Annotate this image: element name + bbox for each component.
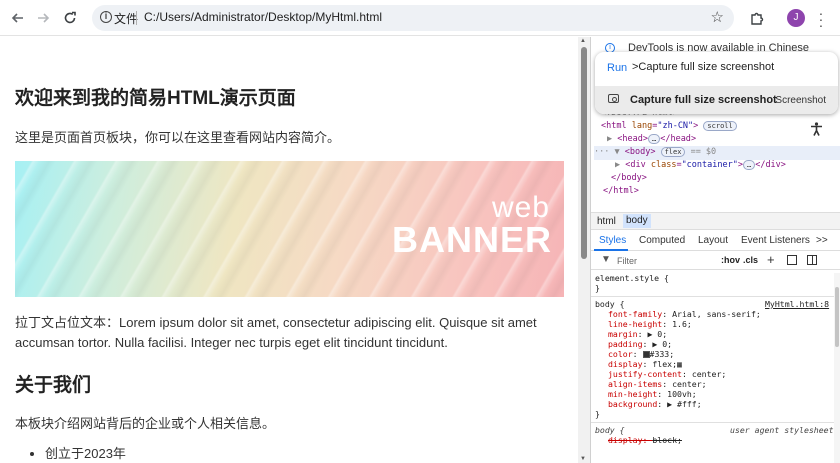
list-item: 创立于2023年	[45, 443, 126, 462]
styles-toolbar: ▼ Filter :hov .cls +	[591, 252, 840, 270]
body-node-selected[interactable]: ··· ▼ <body> flex == $0	[594, 146, 840, 160]
page-scrollbar[interactable]: ▲ ▼	[578, 37, 590, 463]
command-result-label: Capture full size screenshot	[630, 94, 777, 106]
new-rule-plus-icon[interactable]: +	[767, 252, 775, 267]
div-container-node[interactable]: ▶ <div class="container">… </div>	[615, 159, 786, 173]
breadcrumb: html body	[591, 212, 840, 230]
back-arrow-icon[interactable]	[8, 8, 28, 28]
styles-tab-bar: Styles Computed Layout Event Listeners >…	[591, 231, 840, 251]
scroll-up-arrow-icon[interactable]: ▲	[580, 38, 586, 44]
reload-icon[interactable]	[60, 8, 80, 28]
head-node[interactable]: ▶ <head>… </head>	[607, 133, 696, 147]
profile-avatar[interactable]: J	[787, 9, 805, 27]
tab-computed[interactable]: Computed	[639, 235, 685, 246]
tab-layout[interactable]: Layout	[698, 235, 728, 246]
rule-divider	[591, 422, 834, 423]
command-result-row[interactable]: Capture full size screenshot Screenshot	[595, 86, 838, 114]
flex-badge[interactable]: flex	[660, 146, 686, 157]
banner-image: web BANNER	[15, 161, 564, 297]
scroll-down-arrow-icon[interactable]: ▼	[580, 456, 586, 462]
forward-arrow-icon[interactable]	[33, 8, 53, 28]
page-title: 欢迎来到我的简易HTML演示页面	[15, 88, 296, 109]
breadcrumb-html[interactable]: html	[597, 216, 616, 227]
ua-style-declaration[interactable]: display: block;	[608, 435, 682, 446]
html-close-node[interactable]: </html>	[603, 185, 639, 199]
rendering-emulation-icon[interactable]	[787, 255, 797, 265]
style-declaration[interactable]: background: ▶ #fff;	[608, 399, 702, 410]
kebab-menu-icon[interactable]: · · ·	[817, 6, 825, 32]
command-result-category: Screenshot	[775, 95, 826, 106]
bookmark-star-icon[interactable]: ☆	[711, 8, 724, 26]
scroll-badge[interactable]: scroll	[703, 120, 737, 131]
styles-scrollbar-thumb[interactable]	[835, 287, 839, 347]
rule-source-link[interactable]: MyHtml.html:8	[765, 299, 829, 310]
body-rule-close: }	[595, 409, 600, 419]
file-scheme-label: 文件	[114, 12, 139, 26]
styles-scrollbar[interactable]	[834, 273, 840, 463]
tab-styles[interactable]: Styles	[599, 235, 626, 246]
filter-funnel-icon: ▼	[601, 254, 611, 265]
intro-paragraph: 这里是页面首页板块，你可以在这里查看网站内容简介。	[15, 130, 341, 145]
command-menu-input[interactable]: >Capture full size screenshot	[632, 61, 774, 73]
body-close-node[interactable]: </body>	[611, 172, 647, 186]
hov-toggle[interactable]: :hov	[721, 255, 740, 265]
color-swatch[interactable]	[642, 351, 650, 358]
html-node[interactable]: <html lang="zh-CN"> scroll	[601, 120, 737, 134]
cls-toggle[interactable]: .cls	[743, 255, 758, 265]
element-style-close: }	[595, 283, 600, 293]
url-text[interactable]: C:/Users/Administrator/Desktop/MyHtml.ht…	[144, 10, 382, 24]
toggle-sidebar-icon[interactable]	[807, 255, 817, 265]
browser-toolbar: i 文件 C:/Users/Administrator/Desktop/MyHt…	[0, 0, 840, 36]
info-icon[interactable]: i	[100, 11, 112, 23]
web-page-viewport: 欢迎来到我的简易HTML演示页面 这里是页面首页板块，你可以在这里查看网站内容简…	[0, 37, 577, 463]
devtools-panel: i DevTools is now available in Chinese R…	[590, 37, 840, 463]
about-heading: 关于我们	[15, 375, 92, 396]
lorem-paragraph: 拉丁文占位文本：Lorem ipsum dolor sit amet, cons…	[15, 315, 537, 350]
ua-stylesheet-label: user agent stylesheet	[730, 425, 834, 435]
more-tabs-chevron-icon[interactable]: >>	[816, 235, 828, 246]
flex-editor-icon[interactable]: ▦	[677, 359, 682, 369]
accessibility-person-icon[interactable]	[810, 122, 823, 139]
active-tab-underline	[594, 249, 628, 251]
about-list: 创立于2023年	[30, 443, 126, 462]
tab-event-listeners[interactable]: Event Listeners	[741, 235, 810, 246]
address-bar[interactable]: i 文件 C:/Users/Administrator/Desktop/MyHt…	[92, 5, 734, 31]
page-scrollbar-thumb[interactable]	[581, 47, 587, 259]
camera-icon	[608, 94, 619, 103]
extensions-puzzle-icon[interactable]	[746, 8, 766, 28]
rule-divider	[591, 296, 834, 297]
omnibox-divider	[136, 11, 137, 25]
command-menu-prefix: Run	[607, 62, 628, 74]
command-menu: Run >Capture full size screenshot Captur…	[595, 52, 838, 114]
banner-title-text: BANNER	[391, 219, 552, 260]
breadcrumb-body[interactable]: body	[623, 214, 651, 228]
element-style-selector[interactable]: element.style {	[595, 273, 669, 284]
about-paragraph: 本板块介绍网站背后的企业或个人相关信息。	[15, 416, 276, 431]
filter-input[interactable]: Filter	[617, 256, 637, 266]
